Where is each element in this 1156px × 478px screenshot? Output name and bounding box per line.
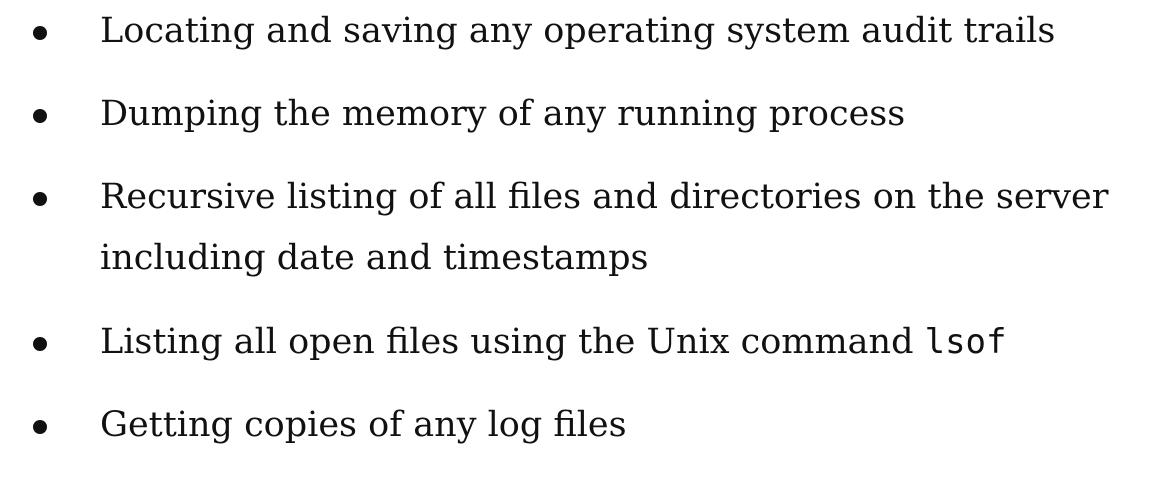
bullet-dot [33, 192, 47, 206]
list-item-text-line-1: Recursive listing of all files and direc… [100, 177, 1109, 217]
lsof-command: lsof [924, 322, 1007, 362]
list-item-text-prefix: Listing all open files using the Unix co… [100, 322, 925, 362]
list-item-text: Dumping the memory of any running proces… [100, 94, 906, 134]
bullet-dot [33, 420, 47, 434]
bullet-dot [33, 337, 47, 351]
bullet-dot [33, 109, 47, 123]
list-item-text: Locating and saving any operating system… [100, 11, 1056, 51]
list-item-text-line-2: including date and timestamps [100, 238, 649, 278]
list-item-text: Listing all open files using the Unix co… [100, 311, 1140, 373]
bullet-dot [33, 26, 47, 40]
list-item-text: Getting copies of any log files [100, 405, 627, 445]
